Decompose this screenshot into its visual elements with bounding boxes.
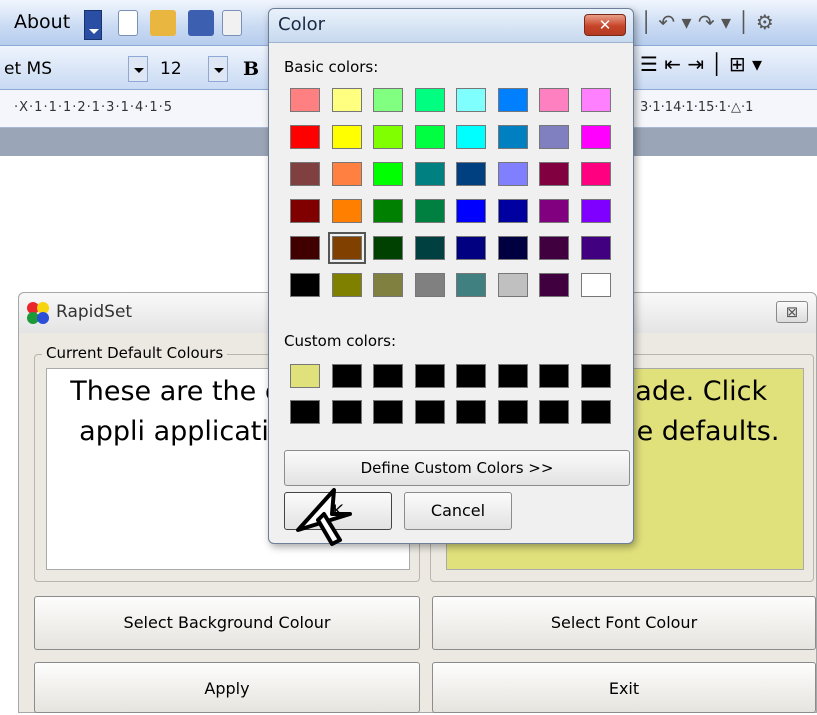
basic-color-swatch[interactable] bbox=[497, 236, 528, 260]
custom-color-swatch[interactable] bbox=[414, 364, 445, 388]
basic-color-swatch[interactable] bbox=[456, 273, 486, 297]
basic-color-swatch[interactable] bbox=[580, 88, 611, 112]
basic-color-swatch[interactable] bbox=[290, 88, 320, 112]
custom-color-swatch[interactable] bbox=[373, 364, 403, 388]
basic-color-swatch[interactable] bbox=[456, 236, 486, 260]
custom-color-swatch[interactable] bbox=[539, 400, 569, 424]
rapidset-title: RapidSet bbox=[56, 302, 133, 322]
basic-color-swatch[interactable] bbox=[414, 88, 445, 112]
basic-color-swatch[interactable] bbox=[539, 199, 569, 223]
basic-color-swatch[interactable] bbox=[539, 162, 569, 186]
basic-color-swatch[interactable] bbox=[414, 273, 445, 297]
basic-color-swatch[interactable] bbox=[497, 273, 528, 297]
rapidset-logo-icon bbox=[27, 302, 49, 324]
basic-color-swatch[interactable] bbox=[456, 125, 486, 149]
font-size-dropdown[interactable] bbox=[208, 56, 228, 82]
basic-color-swatch[interactable] bbox=[373, 273, 403, 297]
basic-color-swatch[interactable] bbox=[580, 162, 611, 186]
basic-color-swatch[interactable] bbox=[290, 162, 320, 186]
custom-color-swatch[interactable] bbox=[456, 364, 486, 388]
basic-color-swatch[interactable] bbox=[331, 162, 362, 186]
basic-color-swatch[interactable] bbox=[373, 236, 403, 260]
custom-color-swatch[interactable] bbox=[580, 400, 611, 424]
bold-button[interactable]: B bbox=[238, 54, 264, 84]
basic-color-swatch[interactable] bbox=[331, 88, 362, 112]
basic-color-swatch[interactable] bbox=[580, 273, 611, 297]
ruler-right-marks: 3·1·14·1·15·1·△·1 bbox=[640, 100, 754, 115]
basic-color-swatch[interactable] bbox=[497, 162, 528, 186]
font-name-box[interactable]: et MS bbox=[4, 56, 124, 82]
basic-color-swatch[interactable] bbox=[290, 125, 320, 149]
color-dialog-close-button[interactable]: ✕ bbox=[584, 14, 626, 36]
basic-color-swatch[interactable] bbox=[497, 199, 528, 223]
custom-color-swatch[interactable] bbox=[580, 364, 611, 388]
custom-color-swatch[interactable] bbox=[331, 400, 362, 424]
color-dialog-title: Color bbox=[278, 14, 325, 35]
basic-color-swatch[interactable] bbox=[373, 199, 403, 223]
undo-redo-icons[interactable]: │ ↶ ▾ ↷ ▾ │ ⚙ bbox=[640, 10, 774, 34]
save-icon[interactable] bbox=[188, 10, 214, 36]
basic-colors-label: Basic colors: bbox=[284, 58, 379, 76]
basic-color-swatch[interactable] bbox=[414, 162, 445, 186]
basic-color-swatch[interactable] bbox=[456, 199, 486, 223]
basic-color-swatch[interactable] bbox=[331, 199, 362, 223]
custom-color-swatch[interactable] bbox=[539, 364, 569, 388]
basic-color-swatch[interactable] bbox=[373, 88, 403, 112]
basic-color-swatch[interactable] bbox=[414, 236, 445, 260]
apply-button[interactable]: Apply bbox=[34, 662, 420, 713]
custom-colors-label: Custom colors: bbox=[284, 332, 397, 350]
basic-color-swatch[interactable] bbox=[539, 125, 569, 149]
basic-color-swatch[interactable] bbox=[327, 232, 366, 264]
about-menu[interactable]: About bbox=[8, 8, 76, 36]
new-document-icon[interactable] bbox=[118, 10, 138, 36]
basic-color-swatch[interactable] bbox=[580, 125, 611, 149]
basic-color-swatch[interactable] bbox=[290, 273, 320, 297]
basic-color-swatch[interactable] bbox=[290, 236, 320, 260]
select-background-colour-button[interactable]: Select Background Colour bbox=[34, 596, 420, 650]
mouse-pointer-icon bbox=[296, 488, 352, 546]
basic-color-swatch[interactable] bbox=[580, 236, 611, 260]
custom-color-swatch[interactable] bbox=[373, 400, 403, 424]
ruler-left-marks: ·X·1·1·1·2·1·3·1·4·1·5 bbox=[14, 100, 174, 115]
cancel-button[interactable]: Cancel bbox=[404, 492, 512, 530]
paragraph-format-icons[interactable]: ☰ ⇤ ⇥ │ ⊞ ▾ bbox=[640, 52, 762, 76]
basic-color-swatch[interactable] bbox=[456, 162, 486, 186]
basic-color-swatch[interactable] bbox=[456, 88, 486, 112]
exit-button[interactable]: Exit bbox=[432, 662, 816, 713]
basic-color-swatch[interactable] bbox=[580, 199, 611, 223]
basic-color-swatch[interactable] bbox=[331, 125, 362, 149]
define-custom-colors-button[interactable]: Define Custom Colors >> bbox=[284, 450, 630, 486]
basic-color-swatch[interactable] bbox=[497, 88, 528, 112]
select-font-colour-label: Select Font Colour bbox=[550, 613, 698, 632]
permission-icon[interactable] bbox=[222, 10, 242, 36]
custom-color-swatch[interactable] bbox=[497, 400, 528, 424]
basic-color-swatch[interactable] bbox=[331, 273, 362, 297]
basic-color-swatch[interactable] bbox=[539, 273, 569, 297]
basic-color-swatch[interactable] bbox=[539, 236, 569, 260]
current-colours-group-label: Current Default Colours bbox=[42, 344, 228, 362]
basic-color-swatch[interactable] bbox=[373, 125, 403, 149]
apply-label: Apply bbox=[204, 679, 250, 698]
basic-color-swatch[interactable] bbox=[373, 162, 403, 186]
custom-color-swatch[interactable] bbox=[290, 400, 320, 424]
font-size-box[interactable]: 12 bbox=[160, 56, 206, 82]
rapidset-close-button[interactable]: ⊠ bbox=[776, 301, 808, 323]
custom-color-swatch[interactable] bbox=[331, 364, 362, 388]
open-folder-icon[interactable] bbox=[150, 10, 176, 36]
select-background-colour-label: Select Background Colour bbox=[123, 613, 331, 632]
font-name-dropdown[interactable] bbox=[128, 56, 148, 82]
exit-label: Exit bbox=[608, 679, 640, 698]
select-font-colour-button[interactable]: Select Font Colour bbox=[432, 596, 816, 650]
basic-color-swatch[interactable] bbox=[290, 199, 320, 223]
basic-color-swatch[interactable] bbox=[539, 88, 569, 112]
basic-color-swatch[interactable] bbox=[414, 125, 445, 149]
custom-color-swatch[interactable] bbox=[497, 364, 528, 388]
custom-color-swatch[interactable] bbox=[456, 400, 486, 424]
toolbar-options-dropdown[interactable] bbox=[84, 10, 102, 40]
custom-color-swatch[interactable] bbox=[414, 400, 445, 424]
custom-color-swatch[interactable] bbox=[290, 364, 320, 388]
basic-color-swatch[interactable] bbox=[497, 125, 528, 149]
basic-color-swatch[interactable] bbox=[414, 199, 445, 223]
